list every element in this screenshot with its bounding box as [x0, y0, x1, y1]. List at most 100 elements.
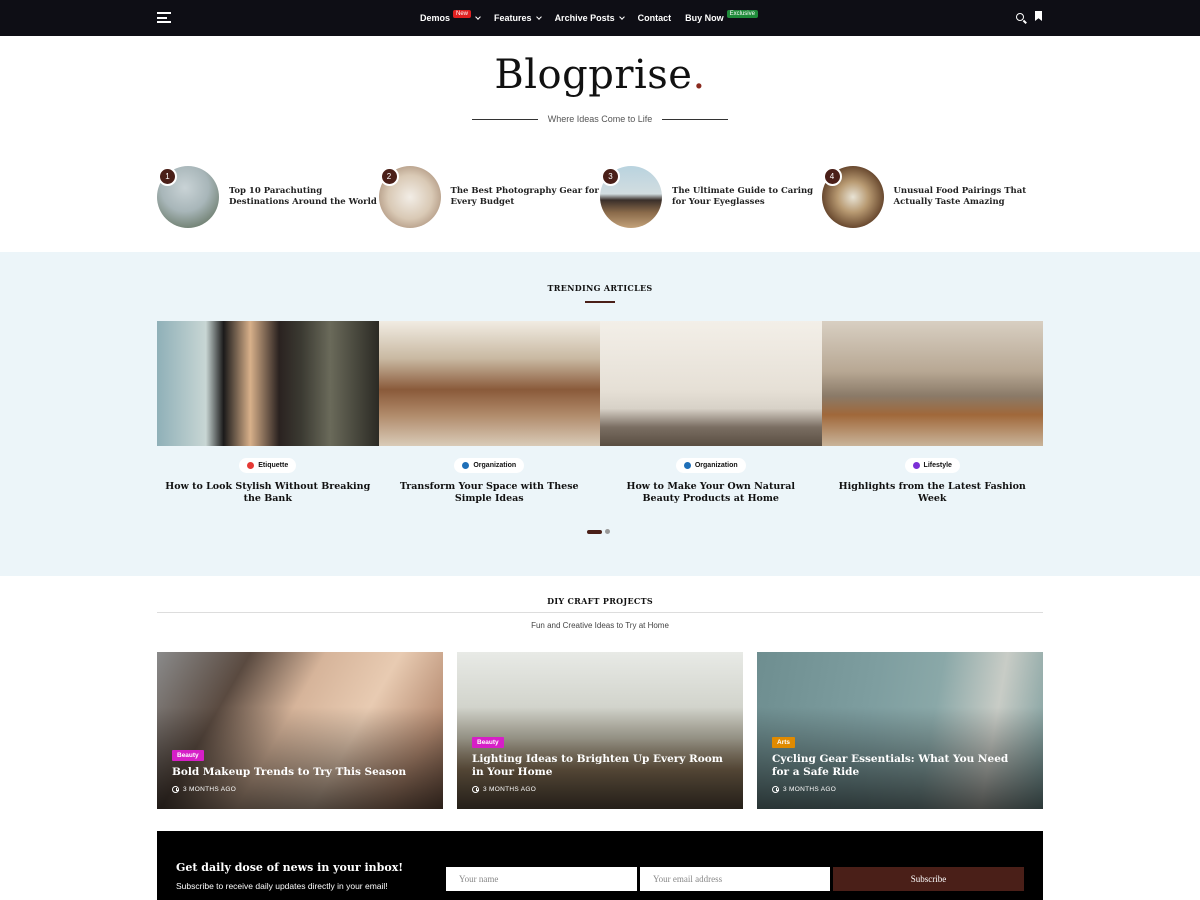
card-title: Lighting Ideas to Brighten Up Every Room…: [472, 752, 723, 779]
category-dot: [912, 462, 920, 469]
post-title: Top 10 Parachuting Destinations Around t…: [229, 185, 377, 207]
section-heading: DIY CRAFT PROJECTS: [547, 596, 653, 606]
post-meta: 3 MONTHS AGO: [472, 786, 728, 793]
category-tag[interactable]: Beauty: [172, 750, 204, 762]
card-info: Beauty Bold Makeup Trends to Try This Se…: [172, 744, 428, 793]
chevron-down-icon: [535, 13, 542, 20]
post-meta: 3 MONTHS AGO: [772, 786, 1028, 793]
card-title: Highlights from the Latest Fashion Week: [838, 481, 1026, 505]
category-pill[interactable]: Organization: [454, 458, 525, 473]
card-image: [600, 321, 822, 446]
divider: [157, 612, 1043, 613]
post-title: The Best Photography Gear for Every Budg…: [450, 185, 599, 207]
trending-carousel: Etiquette How to Look Stylish Without Br…: [157, 321, 1043, 506]
rank-badge: 1: [158, 167, 177, 186]
nav-archive-label: Archive Posts: [554, 13, 615, 23]
card-title: Bold Makeup Trends to Try This Season: [172, 766, 407, 779]
card-image: [821, 321, 1043, 446]
category-label: Lifestyle: [923, 462, 952, 469]
rank-badge: 3: [601, 167, 620, 186]
logo-dot: .: [692, 52, 706, 98]
post-card[interactable]: Beauty Bold Makeup Trends to Try This Se…: [157, 652, 443, 809]
card-image: [157, 321, 379, 446]
nav-contact[interactable]: Contact: [638, 13, 672, 23]
section-subheading: Fun and Creative Ideas to Try at Home: [531, 621, 669, 630]
category-dot: [462, 462, 470, 469]
nav-buy-label: Buy Now: [685, 13, 724, 23]
post-meta: 3 MONTHS AGO: [172, 786, 428, 793]
category-label: Organization: [473, 462, 517, 469]
featured-post[interactable]: 4 Unusual Food Pairings That Actually Ta…: [821, 166, 1044, 228]
divider: [471, 118, 538, 120]
category-pill[interactable]: Organization: [675, 458, 746, 473]
post-date: 3 MONTHS AGO: [783, 786, 837, 793]
newsletter-title: Get daily dose of news in your inbox!: [176, 861, 404, 874]
post-date: 3 MONTHS AGO: [483, 786, 537, 793]
tagline-row: Where Ideas Come to Life: [0, 114, 1200, 124]
trending-card[interactable]: Organization Transform Your Space with T…: [378, 321, 600, 506]
nav-features-label: Features: [494, 13, 532, 23]
nav-buy-now[interactable]: Buy Now Exclusive: [685, 10, 758, 23]
search-icon[interactable]: [1016, 13, 1024, 21]
diy-posts: Beauty Bold Makeup Trends to Try This Se…: [157, 652, 1043, 809]
category-tag[interactable]: Arts: [772, 736, 796, 748]
featured-posts: 1 Top 10 Parachuting Destinations Around…: [157, 166, 1043, 228]
category-dot: [683, 462, 691, 469]
nav-contact-label: Contact: [637, 13, 672, 23]
post-card[interactable]: Beauty Lighting Ideas to Brighten Up Eve…: [457, 652, 743, 809]
post-card[interactable]: Arts Cycling Gear Essentials: What You N…: [757, 652, 1043, 809]
top-nav-bar: Demos New Features Archive Posts Contact…: [0, 0, 1200, 36]
post-title: The Ultimate Guide to Caring for Your Ey…: [672, 185, 814, 207]
card-title: Transform Your Space with These Simple I…: [399, 481, 579, 505]
nav-features[interactable]: Features: [494, 13, 542, 23]
trending-card[interactable]: Lifestyle Highlights from the Latest Fas…: [821, 321, 1043, 506]
name-input[interactable]: Your name: [446, 867, 637, 891]
category-label: Organization: [694, 462, 738, 469]
logo-text: Blogprise: [494, 52, 693, 98]
newsletter-subtitle: Subscribe to receive daily updates direc…: [176, 881, 388, 891]
clock-icon: [472, 786, 479, 793]
clock-icon: [772, 786, 779, 793]
section-heading: TRENDING ARTICLES: [547, 283, 653, 293]
email-input[interactable]: Your email address: [640, 867, 830, 891]
post-title: Unusual Food Pairings That Actually Tast…: [893, 185, 1027, 207]
card-info: Arts Cycling Gear Essentials: What You N…: [772, 731, 1028, 793]
post-date: 3 MONTHS AGO: [183, 786, 237, 793]
category-label: Etiquette: [258, 462, 289, 469]
category-tag[interactable]: Beauty: [472, 736, 504, 748]
newsletter-box: Get daily dose of news in your inbox! Su…: [157, 831, 1043, 900]
menu-icon[interactable]: [157, 12, 171, 23]
rank-badge: 2: [379, 167, 399, 186]
clock-icon: [172, 786, 179, 793]
nav-demos-label: Demos: [420, 13, 451, 23]
new-badge: New: [453, 10, 472, 18]
card-title: Cycling Gear Essentials: What You Need f…: [772, 752, 1009, 779]
category-dot: [247, 462, 255, 469]
nav-demos[interactable]: Demos New: [420, 10, 481, 23]
main-nav: Demos New Features Archive Posts Contact…: [420, 0, 758, 36]
chevron-down-icon: [475, 13, 481, 20]
featured-post[interactable]: 2 The Best Photography Gear for Every Bu…: [378, 166, 601, 228]
category-pill[interactable]: Lifestyle: [904, 458, 960, 473]
featured-post[interactable]: 1 Top 10 Parachuting Destinations Around…: [157, 166, 379, 228]
bookmark-icon[interactable]: [1035, 11, 1042, 21]
exclusive-badge: Exclusive: [726, 10, 758, 18]
pagination-dot-active[interactable]: [587, 529, 602, 534]
site-tagline: Where Ideas Come to Life: [547, 114, 653, 124]
trending-card[interactable]: Organization How to Make Your Own Natura…: [600, 321, 822, 506]
carousel-pagination: [587, 529, 610, 534]
featured-post[interactable]: 3 The Ultimate Guide to Caring for Your …: [600, 166, 822, 228]
subscribe-button[interactable]: Subscribe: [833, 867, 1024, 891]
divider: [662, 118, 729, 120]
pagination-dot[interactable]: [605, 529, 610, 534]
nav-archive-posts[interactable]: Archive Posts: [554, 13, 625, 23]
site-logo[interactable]: Blogprise.: [0, 52, 1200, 98]
trending-card[interactable]: Etiquette How to Look Stylish Without Br…: [157, 321, 379, 506]
rank-badge: 4: [822, 167, 842, 186]
heading-underline: [585, 301, 615, 303]
card-info: Beauty Lighting Ideas to Brighten Up Eve…: [472, 731, 728, 793]
card-image: [378, 321, 600, 446]
trending-section: TRENDING ARTICLES Etiquette How to Look …: [0, 252, 1200, 576]
chevron-down-icon: [618, 13, 625, 20]
category-pill[interactable]: Etiquette: [239, 458, 297, 473]
